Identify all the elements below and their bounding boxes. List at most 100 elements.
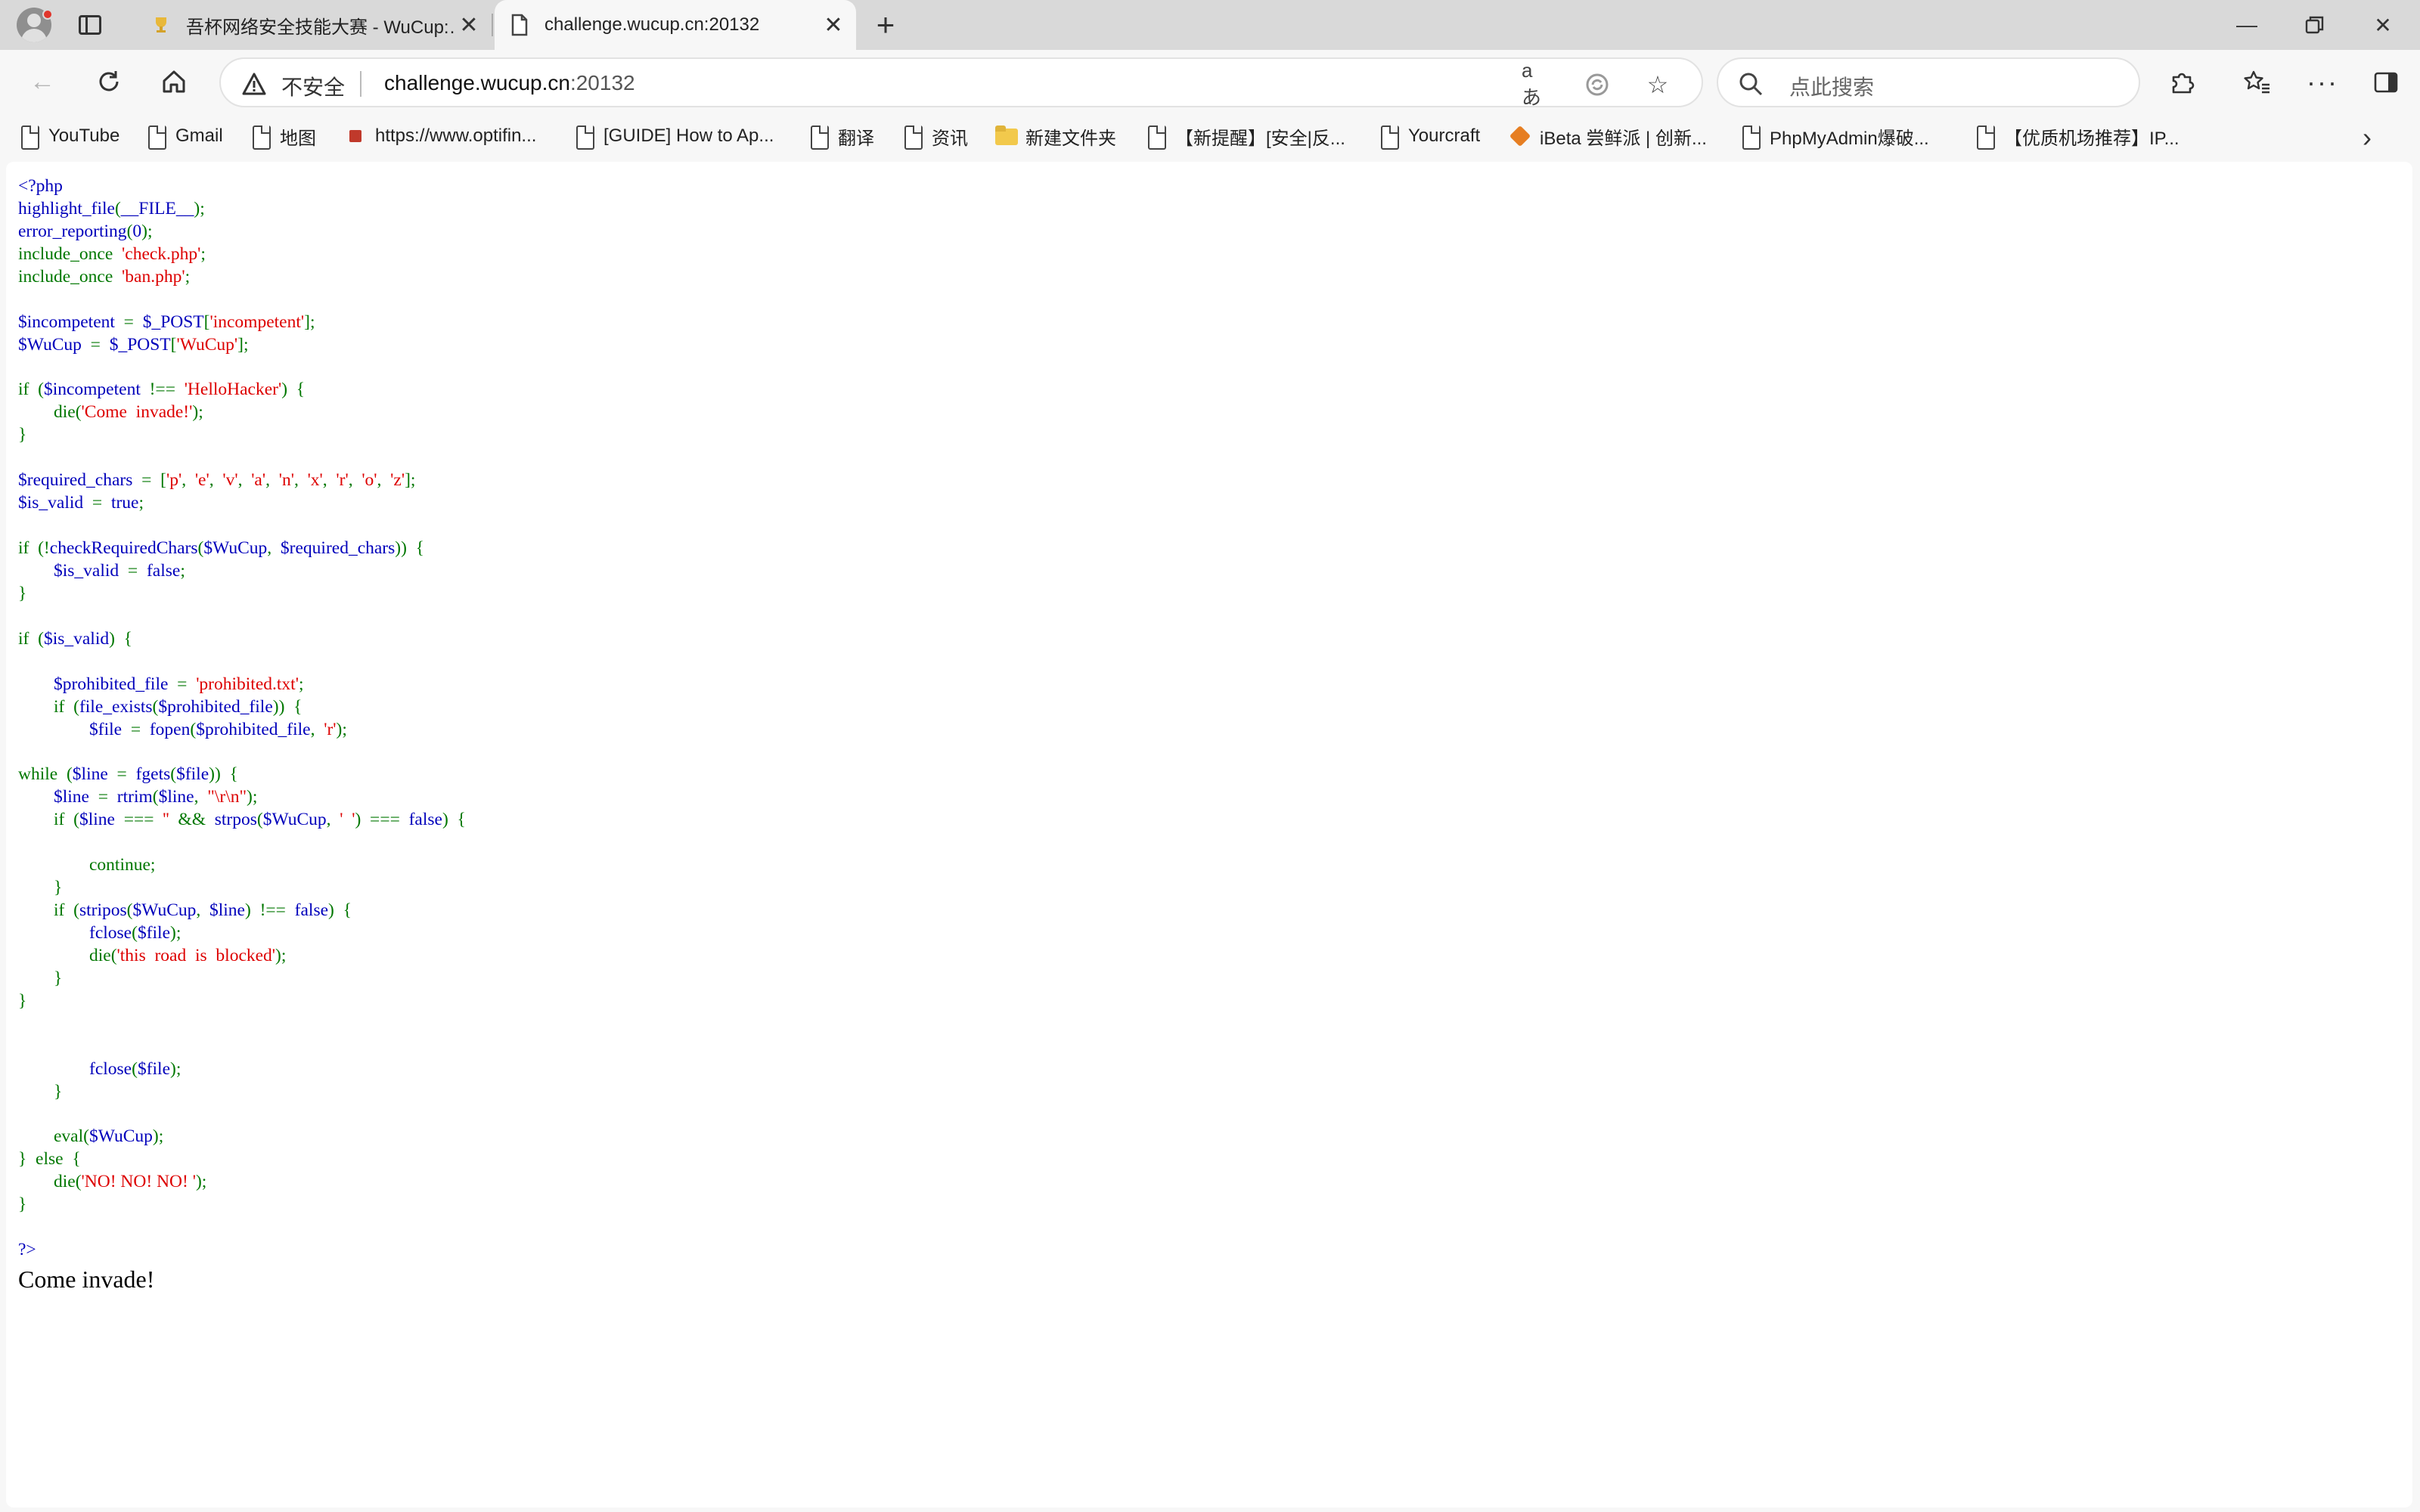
- bookmark-optifine[interactable]: https://www.optifin...: [345, 121, 536, 151]
- bookmark-new-folder[interactable]: 新建文件夹: [995, 121, 1116, 151]
- bookmark-airport[interactable]: 【优质机场推荐】IP...: [1974, 121, 2180, 151]
- avatar-body: [21, 29, 47, 42]
- bookmark-youtube[interactable]: YouTube: [18, 121, 119, 151]
- code-line: }: [18, 968, 466, 990]
- page-icon: [1145, 124, 1166, 150]
- code-line: if (!checkRequiredChars($WuCup, $require…: [18, 538, 466, 560]
- code-line: $WuCup = $_POST['WuCup'];: [18, 334, 466, 357]
- code-token: ,: [326, 810, 340, 830]
- tab-close-icon[interactable]: ✕: [818, 10, 849, 40]
- trophy-icon: [150, 14, 172, 36]
- code-token: $prohibited_file: [54, 674, 178, 694]
- url-host: challenge.wucup.cn: [384, 71, 570, 94]
- bookmark-yourcraft[interactable]: Yourcraft: [1378, 121, 1480, 151]
- address-bar[interactable]: 不安全 challenge.wucup.cn:20132 aあ ☆: [219, 57, 1703, 109]
- home-icon[interactable]: [156, 64, 192, 100]
- code-line: } else {: [18, 1148, 466, 1171]
- code-token: if (: [18, 380, 44, 400]
- restore-icon[interactable]: [2281, 0, 2349, 50]
- search-icon: [1736, 70, 1765, 98]
- code-token: "\r\n": [207, 787, 247, 807]
- translate-icon[interactable]: aあ: [1522, 59, 1552, 109]
- bookmark-reminder[interactable]: 【新提醒】[安全|反...: [1145, 121, 1345, 151]
- bookmark-translate[interactable]: 翻译: [808, 121, 874, 151]
- code-token: =: [98, 787, 117, 807]
- page-icon: [508, 14, 531, 36]
- code-line: if (stripos($WuCup, $line) !== false) {: [18, 900, 466, 922]
- code-token: $required_chars: [280, 538, 396, 558]
- puzzle-icon[interactable]: [2163, 64, 2201, 101]
- code-token: (: [190, 719, 197, 739]
- bookmark-news[interactable]: 资讯: [901, 121, 968, 151]
- code-line: die('this road is blocked');: [18, 945, 466, 968]
- bookmark-phpmyadmin[interactable]: PhpMyAdmin爆破...: [1739, 121, 1929, 151]
- ibeta-icon: [1509, 124, 1531, 148]
- tab-challenge[interactable]: challenge.wucup.cn:20132 ✕: [495, 0, 856, 50]
- code-line: }: [18, 583, 466, 606]
- reload-icon[interactable]: [91, 64, 127, 100]
- more-icon[interactable]: ···: [2304, 64, 2341, 101]
- tab-close-icon[interactable]: ✕: [454, 10, 484, 40]
- code-token: $WuCup: [88, 1126, 153, 1147]
- warning-icon[interactable]: [242, 73, 266, 95]
- code-token: (: [132, 1058, 138, 1079]
- sync-icon[interactable]: [1582, 70, 1612, 100]
- code-token: )) {: [209, 764, 238, 785]
- bookmark-ibeta[interactable]: iBeta 尝鲜派 | 创新...: [1509, 121, 1707, 151]
- code-token: eval(: [18, 1126, 89, 1147]
- code-token: 'prohibited.txt': [196, 674, 299, 694]
- code-token: continue;: [18, 855, 156, 875]
- code-token: if (!: [18, 538, 50, 558]
- tab-actions-box: [79, 15, 101, 35]
- code-token: =: [177, 674, 197, 694]
- url-text[interactable]: challenge.wucup.cn:20132: [384, 71, 635, 95]
- back-arrow-icon[interactable]: ←: [24, 64, 60, 100]
- code-token: (: [114, 198, 121, 218]
- bookmark-gmail[interactable]: Gmail: [145, 121, 223, 151]
- code-line: die('NO! NO! NO! ');: [18, 1171, 466, 1194]
- bookmark-guide[interactable]: [GUIDE] How to Ap...: [573, 121, 774, 151]
- code-token: ) ===: [355, 810, 409, 830]
- code-token: ,: [182, 470, 195, 491]
- code-token: 'a': [251, 470, 266, 491]
- folder-icon: [995, 124, 1018, 148]
- code-token: if (: [18, 696, 79, 717]
- star-icon[interactable]: ☆: [1643, 70, 1673, 100]
- code-token: =: [123, 311, 143, 332]
- favorites-icon[interactable]: [2238, 64, 2276, 101]
- chevron-right-icon[interactable]: ›: [2352, 122, 2382, 153]
- code-token: );: [170, 1058, 182, 1079]
- code-token: ,: [237, 470, 252, 491]
- bookmark-map[interactable]: 地图: [250, 121, 316, 151]
- sidebar-icon[interactable]: [2367, 64, 2405, 101]
- code-token: 'this road is blocked': [116, 945, 276, 965]
- code-token: ,: [209, 470, 223, 491]
- code-line: }: [18, 990, 466, 1013]
- security-label[interactable]: 不安全: [281, 71, 345, 101]
- avatar-head: [27, 14, 41, 27]
- code-token: ' ': [340, 810, 355, 830]
- code-token: $incompetent: [18, 311, 124, 332]
- tab-title: challenge.wucup.cn:20132: [544, 14, 760, 35]
- new-tab-icon[interactable]: +: [870, 7, 901, 42]
- code-token: $WuCup: [18, 334, 91, 355]
- code-token: ) {: [109, 628, 132, 649]
- code-token: highlight_file: [18, 198, 115, 218]
- code-token: $line: [158, 787, 194, 807]
- bookmark-label: https://www.optifin...: [375, 125, 537, 146]
- code-token: 'incompetent': [209, 311, 305, 332]
- search-placeholder: 点此搜索: [1789, 76, 1875, 99]
- tab-actions-icon[interactable]: [76, 11, 104, 39]
- url-port: :20132: [569, 71, 635, 94]
- window-close-icon[interactable]: ✕: [2349, 0, 2417, 50]
- code-token: }: [18, 968, 63, 988]
- tab-wucup[interactable]: 吾杯网络安全技能大赛 - WuCup:… ✕: [136, 0, 492, 50]
- code-line: fclose($file);: [18, 1058, 466, 1081]
- code-token: =: [127, 560, 147, 581]
- code-token: );: [336, 719, 347, 739]
- minimize-icon[interactable]: —: [2213, 0, 2281, 50]
- search-box[interactable]: 点此搜索: [1717, 57, 2140, 107]
